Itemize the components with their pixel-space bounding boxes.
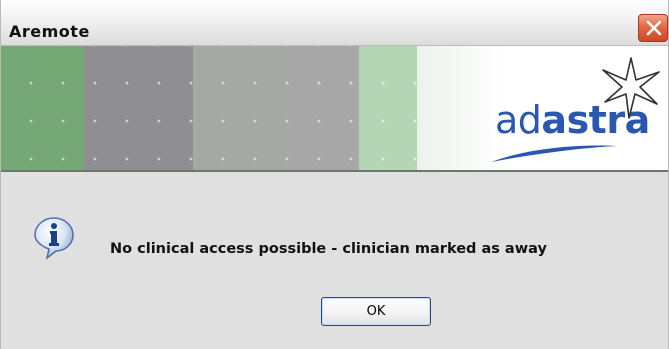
title-bar[interactable]: Aremote (1, 0, 668, 46)
ok-button[interactable]: OK (321, 297, 431, 326)
logo-swoosh (491, 145, 617, 162)
close-button[interactable] (638, 14, 668, 42)
info-icon (34, 217, 74, 260)
dialog-message: No clinical access possible - clinician … (110, 241, 547, 257)
close-icon (646, 20, 662, 36)
brand-banner: adastra (1, 46, 668, 172)
star-icon (602, 57, 660, 119)
logo-prefix: ad (495, 98, 542, 142)
banner-divider (1, 170, 668, 172)
window-title: Aremote (9, 22, 90, 41)
banner-dot-pattern (1, 46, 417, 172)
dialog-window: Aremote adastra No clinical access possi… (0, 0, 669, 349)
